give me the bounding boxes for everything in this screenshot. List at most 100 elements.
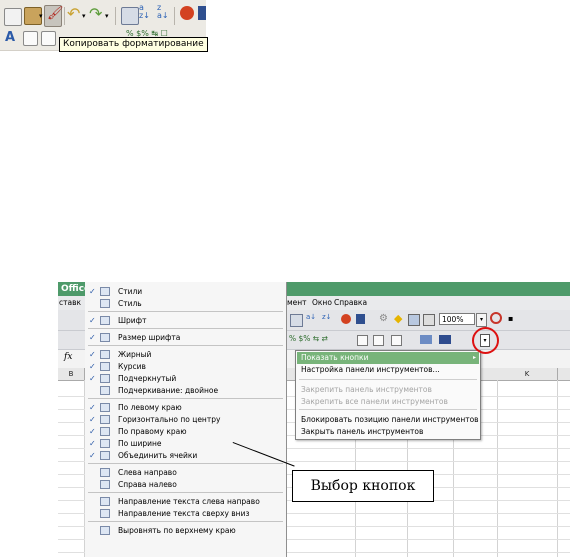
font-color-icon[interactable] [439, 335, 451, 344]
chevron-down-icon[interactable]: ▾ [82, 12, 86, 20]
spreadsheet-screenshot: Office. ставк мент Окно Справка a↓ z↓ ⚙ … [58, 282, 570, 557]
button-icon [100, 509, 110, 518]
chevron-down-icon[interactable]: ▾ [105, 12, 109, 20]
context-menu-item-label: Закрепить все панели инструментов [301, 397, 448, 406]
context-menu-item: Закрепить панель инструментов [297, 384, 479, 396]
button-icon [100, 316, 110, 325]
context-menu-item-label: Показать кнопки [301, 353, 369, 362]
button-icon [100, 415, 110, 424]
menu-separator [299, 379, 477, 380]
menu-separator [88, 328, 283, 329]
copy-icon[interactable] [4, 8, 22, 26]
menu-item-label: Шрифт [118, 316, 147, 325]
zoom-dropdown-icon[interactable]: ▾ [476, 313, 487, 327]
context-menu-item[interactable]: Блокировать позицию панели инструментов [297, 414, 479, 426]
menu-separator [88, 463, 283, 464]
align-left-icon[interactable] [23, 31, 38, 46]
menu-item-left[interactable]: ставк [59, 296, 81, 310]
help-icon[interactable] [490, 312, 502, 324]
sort-ascending-icon[interactable]: a↓ [306, 313, 316, 321]
button-icon [100, 526, 110, 535]
hyperlink-icon[interactable] [290, 314, 303, 327]
button-icon [100, 299, 110, 308]
callout-label: Выбор кнопок [292, 470, 434, 502]
button-icon [100, 427, 110, 436]
menu-separator [299, 409, 477, 410]
indent-icon[interactable] [357, 335, 368, 346]
zoom-value: 100% [442, 315, 464, 324]
button-icon [100, 403, 110, 412]
navigator-icon[interactable] [198, 6, 206, 20]
context-menu-item-label: Закрепить панель инструментов [301, 385, 432, 394]
context-menu-item[interactable]: Закрыть панель инструментов [297, 426, 479, 438]
borders-icon[interactable] [391, 335, 402, 346]
font-color-icon[interactable]: A [5, 30, 15, 45]
draw-icon[interactable]: ⚙ [379, 313, 388, 324]
button-icon [100, 350, 110, 359]
button-icon [100, 439, 110, 448]
menu-item-label: Выровнять по верхнему краю [118, 526, 236, 535]
submenu-arrow-icon: ▸ [472, 354, 476, 361]
tooltip: Копировать форматирование [59, 37, 208, 52]
menu-item[interactable]: ✓ Шрифт [85, 314, 286, 327]
menu-separator [88, 311, 283, 312]
function-wizard-icon[interactable]: fx [64, 352, 72, 362]
align-center-icon[interactable] [41, 31, 56, 46]
star-icon[interactable]: ◆ [394, 312, 402, 325]
zoom-field[interactable]: 100% [439, 313, 475, 325]
button-icon [100, 362, 110, 371]
data-source-icon[interactable] [423, 314, 435, 326]
hyperlink-icon[interactable] [121, 7, 139, 25]
sort-ascending-icon[interactable]: a z↓ [139, 4, 150, 20]
menu-item[interactable]: Подчеркивание: двойное [85, 384, 286, 397]
menu-item-help[interactable]: Справка [334, 296, 367, 310]
menu-item-window[interactable]: Окно [312, 296, 332, 310]
sort-descending-icon[interactable]: z a↓ [157, 4, 169, 20]
context-menu-item-label: Настройка панели инструментов... [301, 365, 440, 374]
context-menu-item[interactable]: Показать кнопки ▸ [297, 352, 479, 364]
column-header-b[interactable]: B [58, 368, 85, 380]
menu-item[interactable]: Направление текста сверху вниз [85, 507, 286, 520]
gallery-icon[interactable] [408, 314, 420, 326]
background-color-icon[interactable] [420, 335, 432, 344]
menu-item-label: Размер шрифта [118, 333, 181, 342]
paintbrush-glyph-icon: 🖌 [47, 6, 64, 21]
button-icon [100, 497, 110, 506]
menu-item-label: Направление текста сверху вниз [118, 509, 250, 518]
button-icon [100, 333, 110, 342]
check-icon: ✓ [89, 451, 96, 460]
menu-item[interactable]: Стиль [85, 297, 286, 310]
button-icon [100, 451, 110, 460]
sort-descending-icon[interactable]: z↓ [322, 313, 332, 321]
menu-separator [88, 398, 283, 399]
outdent-icon[interactable] [373, 335, 384, 346]
menu-item-tools[interactable]: мент [287, 296, 307, 310]
button-icon [100, 480, 110, 489]
button-icon [100, 468, 110, 477]
menu-item[interactable]: ✓ Размер шрифта [85, 331, 286, 344]
chart-icon[interactable] [180, 6, 194, 20]
toolbar-context-menu: Показать кнопки ▸ Настройка панели инструм… [295, 350, 481, 440]
check-icon: ✓ [89, 316, 96, 325]
column-header-k[interactable]: K [497, 368, 558, 380]
redo-icon[interactable]: ↷ [89, 4, 102, 23]
context-menu-item-label: Закрыть панель инструментов [301, 427, 424, 436]
currency-icon[interactable]: % $% ⇆ ⇄ [289, 334, 328, 343]
toolbar-snippet: ▾ 🖌 ↶ ▾ ↷ ▾ a z↓ z a↓ A % $% ↹ ☐ Копироват… [0, 0, 208, 52]
menu-item[interactable]: Справа налево [85, 478, 286, 491]
context-menu-item: Закрепить все панели инструментов [297, 396, 479, 408]
undo-icon[interactable]: ↶ [67, 4, 80, 23]
chart-icon[interactable] [341, 314, 351, 324]
menu-item[interactable]: Выровнять по верхнему краю [85, 524, 286, 537]
chevron-down-icon[interactable]: ▾ [39, 12, 43, 20]
check-icon: ✓ [89, 333, 96, 342]
menu-item-label: Справа налево [118, 480, 177, 489]
navigator-icon[interactable] [356, 314, 365, 324]
menu-separator [88, 492, 283, 493]
toolbar-options-icon[interactable]: ▪ [508, 314, 513, 323]
toolbar-buttons-menu: ✓ Стили Стиль ✓ Шрифт ✓ Размер шрифта ✓ Жирный ✓ К… [85, 282, 287, 557]
menu-separator [88, 345, 283, 346]
menu-separator [88, 521, 283, 522]
context-menu-item[interactable]: Настройка панели инструментов... [297, 364, 479, 376]
menu-item-label: Подчеркивание: двойное [118, 386, 219, 395]
